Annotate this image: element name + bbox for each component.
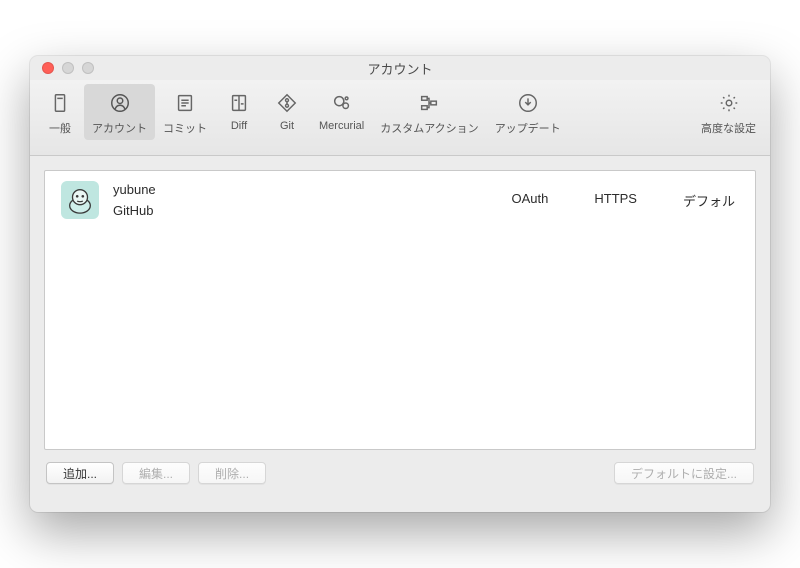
zoom-window-button[interactable]: [82, 62, 94, 74]
tab-mercurial[interactable]: Mercurial: [311, 84, 372, 136]
preferences-toolbar: 一般 アカウント コミット Diff Git: [30, 80, 770, 156]
tab-label: アップデート: [495, 120, 561, 136]
tab-advanced[interactable]: 高度な設定: [693, 84, 764, 140]
tab-label: Git: [280, 120, 294, 132]
tab-label: Diff: [231, 120, 247, 132]
preferences-window: アカウント 一般 アカウント コミット Diff: [30, 56, 770, 512]
account-info: yubune GitHub: [113, 182, 498, 218]
tab-label: コミット: [163, 120, 207, 136]
tab-general[interactable]: 一般: [36, 84, 84, 140]
account-details: OAuth HTTPS デフォル: [512, 191, 736, 210]
tab-custom-actions[interactable]: カスタムアクション: [372, 84, 486, 140]
account-icon: [107, 90, 133, 116]
tab-label: 高度な設定: [701, 120, 756, 136]
tab-label: カスタムアクション: [380, 120, 478, 136]
gear-icon: [716, 90, 742, 116]
remove-button[interactable]: 削除...: [198, 462, 266, 484]
tab-update[interactable]: アップデート: [487, 84, 569, 140]
set-default-button[interactable]: デフォルトに設定...: [614, 462, 754, 484]
tab-diff[interactable]: Diff: [215, 84, 263, 136]
account-host: GitHub: [113, 203, 498, 218]
custom-actions-icon: [416, 90, 442, 116]
tab-label: Mercurial: [319, 120, 364, 132]
update-icon: [515, 90, 541, 116]
account-auth: OAuth: [512, 191, 549, 210]
add-button[interactable]: 追加...: [46, 462, 114, 484]
account-username: yubune: [113, 182, 498, 197]
commit-icon: [172, 90, 198, 116]
tab-git[interactable]: Git: [263, 84, 311, 136]
account-row[interactable]: yubune GitHub OAuth HTTPS デフォル: [45, 171, 755, 229]
tab-label: 一般: [49, 120, 71, 136]
window-controls: [30, 62, 94, 74]
mercurial-icon: [329, 90, 355, 116]
window-title: アカウント: [30, 59, 770, 78]
edit-button[interactable]: 編集...: [122, 462, 190, 484]
general-icon: [47, 90, 73, 116]
button-bar: 追加... 編集... 削除... デフォルトに設定...: [44, 450, 756, 498]
tab-label: アカウント: [92, 120, 147, 136]
tab-commit[interactable]: コミット: [155, 84, 215, 140]
git-icon: [274, 90, 300, 116]
account-protocol: HTTPS: [594, 191, 637, 210]
close-window-button[interactable]: [42, 62, 54, 74]
avatar: [61, 181, 99, 219]
minimize-window-button[interactable]: [62, 62, 74, 74]
titlebar: アカウント: [30, 56, 770, 80]
content-area: yubune GitHub OAuth HTTPS デフォル 追加... 編集.…: [30, 156, 770, 512]
diff-icon: [226, 90, 252, 116]
accounts-list[interactable]: yubune GitHub OAuth HTTPS デフォル: [44, 170, 756, 450]
tab-accounts[interactable]: アカウント: [84, 84, 155, 140]
account-default: デフォル: [683, 191, 735, 210]
